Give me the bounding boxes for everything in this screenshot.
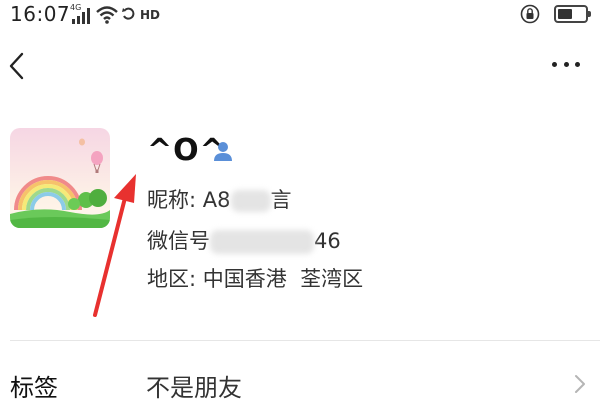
back-button[interactable] [4,46,34,86]
tag-label: 标签 [10,374,58,402]
hd-label: HD [140,8,161,22]
status-bar: 16:07 4G HD [0,0,600,30]
rotation-lock-icon [520,4,540,24]
wechat-id-label: 微信号 [147,229,210,253]
battery-icon [554,5,591,23]
nickname-visible-prefix: A8 [202,188,231,212]
wechat-id-row: 微信号 46 [147,225,341,255]
cellular-signal-icon: 4G [70,3,92,25]
tag-row[interactable]: 标签 不是朋友 [0,356,600,403]
status-right [520,4,591,24]
network-type-label: 4G [70,3,82,12]
region-value: 中国香港 荃湾区 [202,267,364,291]
tag-value: 不是朋友 [146,374,242,402]
wifi-icon [96,6,118,24]
wechat-id-redaction [210,230,314,254]
nickname-label: 昵称: [147,188,203,212]
annotation-arrow-icon [93,174,136,317]
chevron-left-icon [9,52,24,80]
status-icons: 4G HD [70,3,161,26]
more-dots-icon [552,61,557,67]
wechat-id-visible-suffix: 46 [314,229,341,253]
nickname-redaction [230,190,271,212]
nickname-visible-suffix: 言 [270,188,292,212]
region-row: 地区: 中国香港 荃湾区 [147,263,363,293]
region-label: 地区: [147,267,203,291]
refresh-icon [122,7,135,20]
status-time: 16:07 [10,2,71,26]
nickname-row: 昵称: A8 言 [147,184,292,214]
person-icon [214,142,232,161]
battery-fill [558,9,573,19]
chevron-right-icon [575,375,585,393]
more-button[interactable] [548,50,584,78]
divider [10,340,600,341]
